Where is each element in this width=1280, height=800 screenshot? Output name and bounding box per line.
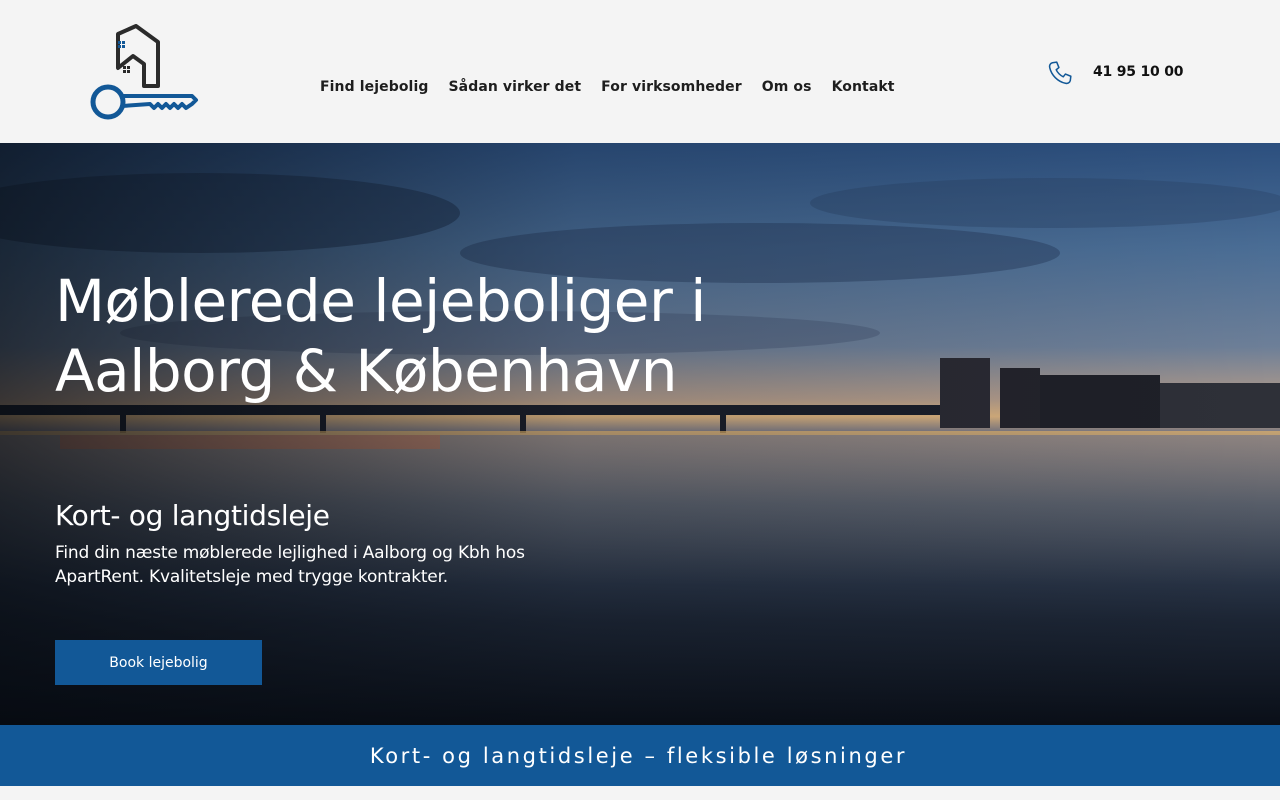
hero-title-line-1: Møblerede lejeboliger i [55,267,706,335]
hero-subtitle: Kort- og langtidsleje [55,499,330,532]
page-bottom-strip [0,786,1280,800]
hero-title: Møblerede lejeboliger i Aalborg & Københ… [55,266,706,406]
hero-section: Møblerede lejeboliger i Aalborg & Københ… [0,143,1280,725]
banner-text: Kort- og langtidsleje – fleksible løsnin… [369,743,908,768]
hero-description: Find din næste møblerede lejlighed i Aal… [55,543,525,587]
info-banner: Kort- og langtidsleje – fleksible løsnin… [0,725,1280,786]
nav-for-virksomheder[interactable]: For virksomheder [601,79,742,95]
nav-kontakt[interactable]: Kontakt [832,79,895,95]
nav-om-os[interactable]: Om os [762,79,812,95]
hero-title-line-2: Aalborg & København [55,337,678,405]
main-nav: Find lejebolig Sådan virker det For virk… [320,79,895,95]
hero-background-image [0,143,1280,725]
house-key-icon[interactable] [88,24,200,122]
phone-number[interactable]: 41 95 10 00 [1093,64,1184,80]
book-lejebolig-button[interactable]: Book lejebolig [55,640,262,685]
phone-icon[interactable] [1047,60,1073,86]
nav-find-lejebolig[interactable]: Find lejebolig [320,79,428,95]
nav-saadan-virker-det[interactable]: Sådan virker det [448,79,581,95]
site-header: Find lejebolig Sådan virker det For virk… [0,0,1280,143]
